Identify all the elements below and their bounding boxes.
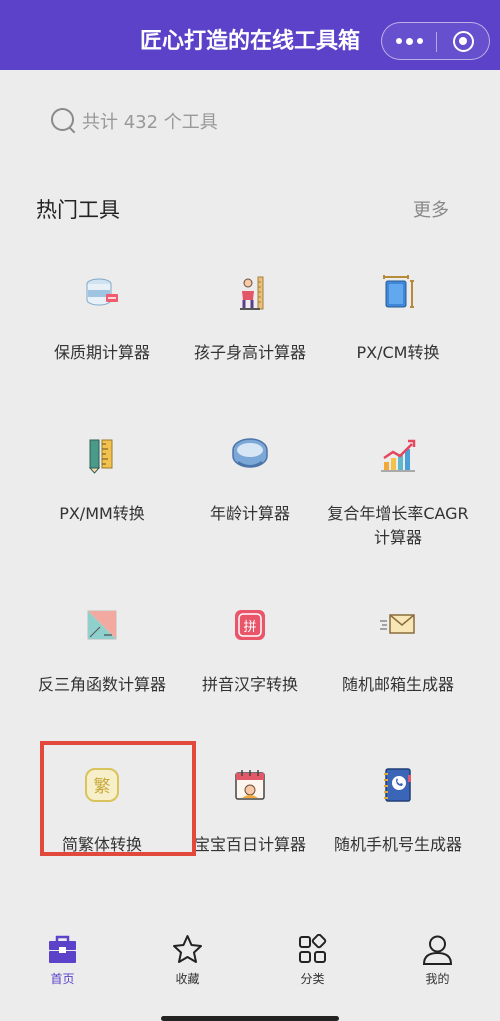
calendar-baby-icon (235, 770, 265, 800)
svg-text:拼: 拼 (243, 620, 256, 635)
tab-favorites[interactable]: 收藏 (125, 934, 250, 994)
tool-label: 随机手机号生成器 (333, 835, 462, 854)
tool-label: 随机邮箱生成器 (341, 675, 454, 694)
dot-icon (405, 37, 413, 45)
dot-icon (416, 38, 423, 44)
tool-label: PX/MM转换 (59, 504, 145, 523)
user-icon (422, 935, 453, 965)
search-placeholder: 共计 432 个工具 (82, 112, 218, 133)
tool-px-mm[interactable]: PX/MM转换 (28, 416, 176, 576)
tool-label: 反三角函数计算器 (37, 675, 166, 694)
tool-label: PX/CM转换 (356, 343, 440, 362)
tool-label: 保质期计算器 (53, 343, 150, 362)
child-height-icon (240, 276, 264, 310)
tab-home[interactable]: 首页 (0, 934, 125, 994)
tool-label: 复合年增长率CAGR计算器 (327, 504, 469, 547)
tool-label: 孩子身高计算器 (193, 343, 306, 362)
tool-inverse-trig[interactable]: 反三角函数计算器 (28, 587, 176, 747)
tab-label: 首页 (50, 972, 75, 986)
home-indicator (161, 1016, 339, 1021)
triangle-function-icon (87, 610, 117, 640)
tool-px-cm[interactable]: PX/CM转换 (324, 255, 472, 415)
tool-label: 年龄计算器 (209, 504, 290, 523)
tool-label: 宝宝百日计算器 (193, 835, 306, 854)
tab-label: 收藏 (175, 972, 200, 986)
tool-shelf-life[interactable]: 保质期计算器 (28, 255, 176, 415)
mini-program-capsule (381, 22, 490, 60)
tool-random-phone[interactable]: 随机手机号生成器 (324, 747, 472, 907)
navigation-bar: 匠心打造的在线工具箱 (0, 0, 500, 70)
ruler-pencil-icon (88, 439, 113, 474)
toolbox-icon (49, 935, 76, 963)
category-grid-icon (299, 934, 327, 963)
capsule-divider (436, 32, 437, 52)
tool-child-height[interactable]: 孩子身高计算器 (176, 255, 324, 415)
tool-random-email[interactable]: 随机邮箱生成器 (324, 587, 472, 747)
tab-bar: 首页 收藏 分类 我的 (0, 920, 500, 1021)
food-can-icon (86, 278, 118, 306)
close-miniprogram-button[interactable] (453, 31, 474, 52)
tab-mine[interactable]: 我的 (375, 934, 500, 994)
pinyin-icon: 拼 (235, 610, 265, 640)
growth-chart-icon (381, 439, 416, 472)
age-ring-icon (232, 438, 268, 468)
dot-icon (395, 38, 402, 44)
tool-label: 拼音汉字转换 (201, 675, 298, 694)
tool-baby-100-days[interactable]: 宝宝百日计算器 (176, 747, 324, 907)
selection-highlight (40, 741, 196, 856)
section-title: 热门工具 (36, 198, 120, 222)
tool-age[interactable]: 年龄计算器 (176, 416, 324, 576)
envelope-icon (380, 614, 415, 634)
search-bar[interactable]: 共计 432 个工具 (40, 100, 460, 142)
search-icon (51, 108, 77, 134)
tab-label: 分类 (300, 972, 325, 986)
star-icon (173, 935, 202, 963)
tool-cagr[interactable]: 复合年增长率CAGR计算器 (324, 416, 472, 576)
more-tools-link[interactable]: 更多 (413, 196, 449, 222)
phone-book-icon (384, 768, 411, 802)
ruler-tablet-icon (383, 275, 414, 308)
more-menu-button[interactable] (382, 23, 436, 59)
tab-label: 我的 (425, 972, 450, 986)
tab-category[interactable]: 分类 (250, 934, 375, 994)
tool-pinyin[interactable]: 拼 拼音汉字转换 (176, 587, 324, 747)
